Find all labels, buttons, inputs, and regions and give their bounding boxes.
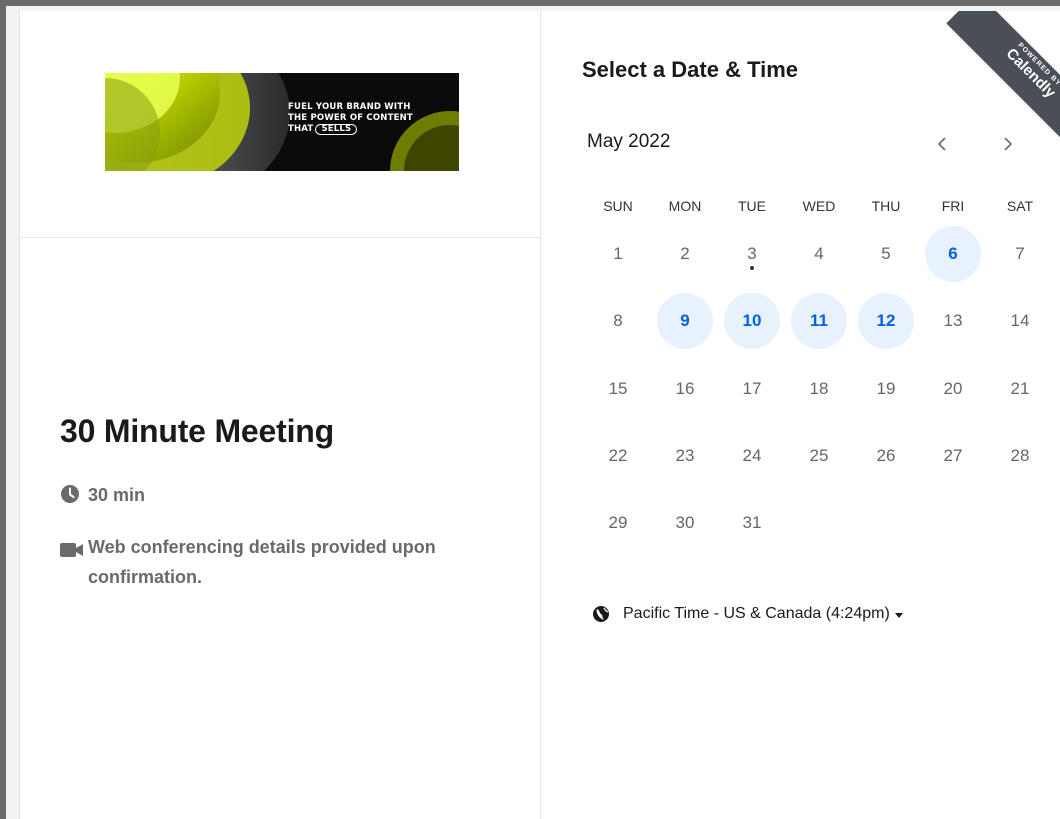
weekday-mon: MON <box>668 198 702 214</box>
weekday-fri: FRI <box>941 198 965 214</box>
weekday-sun: SUN <box>603 198 633 214</box>
day-27: 27 <box>925 428 981 484</box>
event-details-panel: FUEL YOUR BRAND WITH THE POWER OF CONTEN… <box>20 11 541 819</box>
powered-by-ribbon[interactable]: POWERED BY Calendly <box>921 11 1060 151</box>
day-13: 13 <box>925 293 981 349</box>
day-number: 30 <box>675 513 695 532</box>
day-5: 5 <box>858 226 914 282</box>
weekday-thu: THU <box>871 198 901 214</box>
day-30: 30 <box>657 495 713 551</box>
banner-line-1: FUEL YOUR BRAND WITH <box>288 102 411 112</box>
weekday-tue: TUE <box>738 198 766 214</box>
logo-area: FUEL YOUR BRAND WITH THE POWER OF CONTEN… <box>20 11 541 238</box>
day-1: 1 <box>590 226 646 282</box>
brand-banner-logo: FUEL YOUR BRAND WITH THE POWER OF CONTEN… <box>105 73 459 171</box>
day-18: 18 <box>791 361 847 417</box>
day-number: 28 <box>1010 446 1030 465</box>
day-23: 23 <box>657 428 713 484</box>
day-number: 27 <box>943 446 963 465</box>
day-number: 3 <box>747 244 757 263</box>
day-number: 22 <box>608 446 628 465</box>
day-29: 29 <box>590 495 646 551</box>
day-24: 24 <box>724 428 780 484</box>
day-number: 11 <box>810 311 828 330</box>
day-22: 22 <box>590 428 646 484</box>
day-number: 13 <box>943 311 963 330</box>
day-14: 14 <box>992 293 1048 349</box>
duration-row: 30 min <box>60 483 145 509</box>
location-row: Web conferencing details provided upon c… <box>60 532 500 592</box>
timezone-label: Pacific Time - US & Canada (4:24pm) <box>623 605 890 622</box>
day-number: 14 <box>1010 311 1030 330</box>
event-title: 30 Minute Meeting <box>60 413 334 449</box>
day-25: 25 <box>791 428 847 484</box>
today-indicator-dot <box>750 266 754 270</box>
day-number: 6 <box>948 244 958 263</box>
banner-pill: SELLS <box>315 124 358 135</box>
day-number: 1 <box>613 244 623 263</box>
duration-text: 30 min <box>88 485 146 505</box>
weekday-sat: SAT <box>1006 198 1034 214</box>
banner-line-3: THAT <box>288 124 314 134</box>
weekday-wed: WED <box>802 198 836 214</box>
day-number: 12 <box>876 311 896 330</box>
date-time-panel: Select a Date & Time May 2022 SUN MON TUE W… <box>541 11 1060 819</box>
banner-tagline: FUEL YOUR BRAND WITH THE POWER OF CONTEN… <box>288 102 413 135</box>
available-day-11[interactable]: 11 <box>791 293 847 349</box>
day-16: 16 <box>657 361 713 417</box>
page-title: Select a Date & Time <box>582 57 799 82</box>
day-number: 21 <box>1010 379 1030 398</box>
day-number: 7 <box>1015 244 1025 263</box>
timezone-selector[interactable]: Pacific Time - US & Canada (4:24pm) <box>592 605 903 623</box>
day-number: 24 <box>742 446 762 465</box>
day-number: 10 <box>742 311 762 330</box>
available-day-12[interactable]: 12 <box>858 293 914 349</box>
day-7: 7 <box>992 226 1048 282</box>
globe-icon <box>593 606 609 622</box>
day-number: 16 <box>675 379 695 398</box>
caret-down-icon <box>894 612 903 618</box>
day-number: 17 <box>742 379 762 398</box>
available-day-6[interactable]: 6 <box>925 226 981 282</box>
day-number: 26 <box>876 446 896 465</box>
day-2: 2 <box>657 226 713 282</box>
month-label: May 2022 <box>587 131 671 152</box>
day-20: 20 <box>925 361 981 417</box>
available-day-10[interactable]: 10 <box>724 293 780 349</box>
day-26: 26 <box>858 428 914 484</box>
available-day-9[interactable]: 9 <box>657 293 713 349</box>
day-number: 18 <box>809 379 829 398</box>
location-text: Web conferencing details provided upon c… <box>88 537 436 587</box>
day-15: 15 <box>590 361 646 417</box>
day-17: 17 <box>724 361 780 417</box>
calendly-badge: POWERED BY Calendly <box>946 11 1060 151</box>
day-number: 9 <box>680 311 690 330</box>
day-number: 20 <box>943 379 963 398</box>
day-number: 23 <box>675 446 695 465</box>
day-4: 4 <box>791 226 847 282</box>
video-camera-icon <box>60 532 88 568</box>
day-number: 5 <box>881 244 891 263</box>
day-number: 31 <box>742 513 762 532</box>
day-8: 8 <box>590 293 646 349</box>
day-number: 2 <box>680 244 690 263</box>
banner-line-2: THE POWER OF CONTENT <box>288 113 413 123</box>
day-19: 19 <box>858 361 914 417</box>
event-info: 30 Minute Meeting 30 min Web conferencin… <box>60 413 520 587</box>
day-number: 4 <box>814 244 824 263</box>
day-number: 19 <box>876 379 896 398</box>
booking-card: FUEL YOUR BRAND WITH THE POWER OF CONTEN… <box>19 11 1060 819</box>
day-21: 21 <box>992 361 1048 417</box>
day-31: 31 <box>724 495 780 551</box>
day-number: 8 <box>613 311 623 330</box>
day-number: 25 <box>809 446 829 465</box>
clock-icon <box>60 483 88 509</box>
day-number: 15 <box>608 379 628 398</box>
day-3: 3 <box>724 226 780 282</box>
day-28: 28 <box>992 428 1048 484</box>
day-number: 29 <box>608 513 628 532</box>
